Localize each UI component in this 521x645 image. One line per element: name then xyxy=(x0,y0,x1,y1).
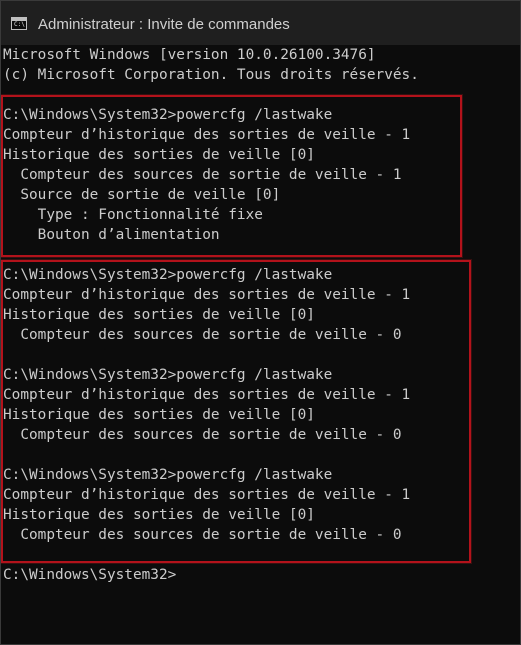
window-title: Administrateur : Invite de commandes xyxy=(38,16,290,33)
console-line: C:\Windows\System32>powercfg /lastwake xyxy=(3,467,333,483)
title-bar[interactable]: C:\ Administrateur : Invite de commandes xyxy=(1,1,520,45)
console-line: Compteur d’historique des sorties de vei… xyxy=(3,287,411,303)
console-line: Historique des sorties de veille [0] xyxy=(3,507,315,523)
console-line: Bouton d’alimentation xyxy=(3,227,220,243)
console-line: Compteur des sources de sortie de veille… xyxy=(3,327,402,343)
console-line: C:\Windows\System32>powercfg /lastwake xyxy=(3,107,333,123)
console-line: Compteur d’historique des sorties de vei… xyxy=(3,487,411,503)
console-line: Historique des sorties de veille [0] xyxy=(3,307,315,323)
console-line: Type : Fonctionnalité fixe xyxy=(3,207,263,223)
console-line: Compteur des sources de sortie de veille… xyxy=(3,527,402,543)
console-line: Historique des sorties de veille [0] xyxy=(3,407,315,423)
console-line: Compteur d’historique des sorties de vei… xyxy=(3,387,411,403)
console-line: C:\Windows\System32>powercfg /lastwake xyxy=(3,367,333,383)
console-line: (c) Microsoft Corporation. Tous droits r… xyxy=(3,67,419,83)
console-output[interactable]: Microsoft Windows [version 10.0.26100.34… xyxy=(3,45,520,585)
command-prompt-window: C:\ Administrateur : Invite de commandes… xyxy=(0,0,521,645)
console-line: Microsoft Windows [version 10.0.26100.34… xyxy=(3,47,376,63)
console-line: Source de sortie de veille [0] xyxy=(3,187,281,203)
console-line: Compteur des sources de sortie de veille… xyxy=(3,427,402,443)
console-line: Compteur d’historique des sorties de vei… xyxy=(3,127,411,143)
console-line: Compteur des sources de sortie de veille… xyxy=(3,167,402,183)
console-line: C:\Windows\System32>powercfg /lastwake xyxy=(3,267,333,283)
cmd-icon: C:\ xyxy=(11,17,27,30)
console-prompt-line: C:\Windows\System32> xyxy=(3,567,177,583)
console-line: Historique des sorties de veille [0] xyxy=(3,147,315,163)
